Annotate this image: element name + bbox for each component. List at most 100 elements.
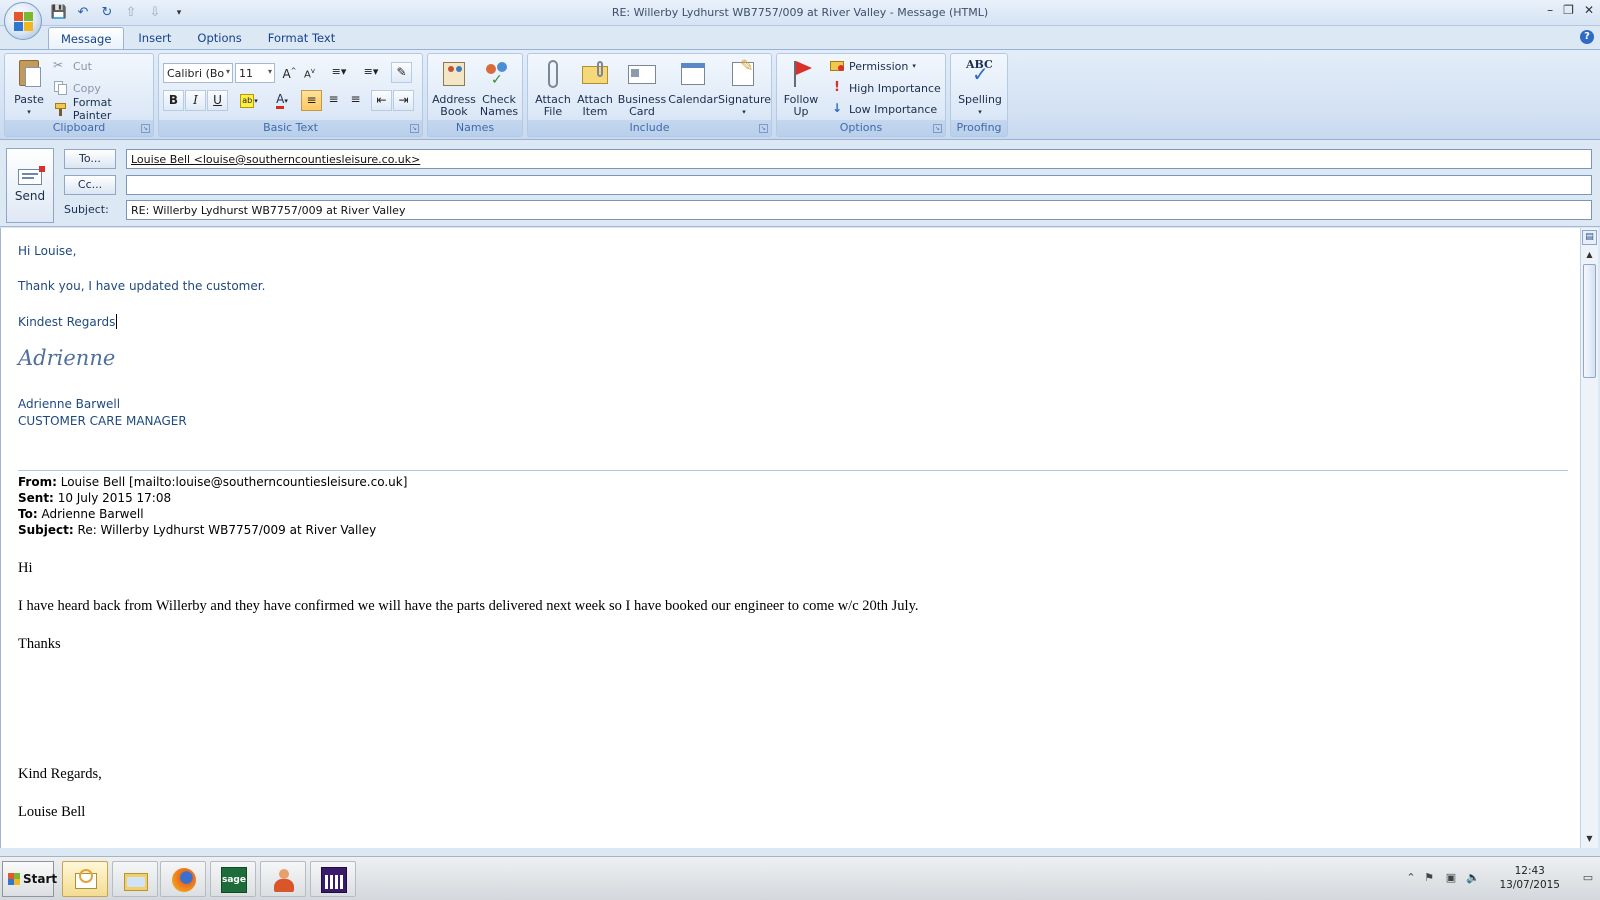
- scroll-thumb[interactable]: [1583, 264, 1596, 378]
- low-importance-button[interactable]: ↓ Low Importance: [829, 99, 937, 119]
- office-button[interactable]: [4, 2, 42, 40]
- calendar-button[interactable]: Calendar: [668, 58, 718, 106]
- numbering-button[interactable]: ≡▾: [357, 62, 385, 83]
- clock[interactable]: 12:43 13/07/2015: [1499, 864, 1560, 892]
- spelling-button[interactable]: ABC ✓ Spelling ▾: [953, 58, 1007, 118]
- follow-up-button[interactable]: Follow Up: [779, 58, 823, 118]
- clipboard-label: Clipboard: [5, 120, 153, 136]
- bold-button[interactable]: B: [163, 90, 184, 111]
- volume-icon[interactable]: 🔈: [1466, 871, 1480, 885]
- proofing-label: Proofing: [951, 120, 1007, 136]
- subject-field[interactable]: RE: Willerby Lydhurst WB7757/009 at Rive…: [126, 200, 1592, 220]
- start-button[interactable]: Start: [2, 861, 57, 897]
- message-header: Send To... Louise Bell <louise@southernc…: [0, 141, 1600, 227]
- taskbar-sage[interactable]: sage: [210, 861, 256, 897]
- action-center-flag-icon[interactable]: ⚑: [1422, 871, 1436, 885]
- sage-icon: sage: [221, 867, 247, 893]
- address-book-button[interactable]: Address Book: [432, 58, 476, 118]
- show-hidden-icons-icon[interactable]: ⌃: [1404, 871, 1418, 885]
- increase-indent-button[interactable]: ⇥: [393, 90, 414, 111]
- check-names-button[interactable]: ✓ Check Names: [478, 58, 520, 118]
- calendar-icon: [677, 58, 709, 90]
- attach-item-button[interactable]: Attach Item: [574, 58, 616, 118]
- high-importance-button[interactable]: ! High Importance: [829, 78, 941, 98]
- format-painter-button[interactable]: Format Painter: [53, 96, 153, 122]
- signature-script: Adrienne: [18, 346, 116, 370]
- sender-name: Adrienne Barwell: [18, 397, 121, 411]
- cc-button[interactable]: Cc...: [64, 175, 116, 195]
- tab-format-text[interactable]: Format Text: [256, 27, 347, 50]
- greeting-text: Hi Louise,: [18, 244, 77, 258]
- italic-button[interactable]: I: [185, 90, 206, 111]
- network-icon[interactable]: ▣: [1444, 871, 1458, 885]
- grow-font-button[interactable]: A^: [279, 62, 300, 83]
- scroll-up-icon[interactable]: ▲: [1582, 248, 1597, 262]
- scroll-down-icon[interactable]: ▼: [1582, 832, 1597, 846]
- shrink-font-button[interactable]: Av: [299, 62, 320, 83]
- chevron-down-icon: ▾: [267, 67, 272, 76]
- taskbar-outlook[interactable]: [62, 861, 108, 897]
- cut-button[interactable]: ✂ Cut: [53, 56, 92, 76]
- font-color-button[interactable]: A▾: [267, 90, 297, 111]
- underline-button[interactable]: U: [207, 90, 228, 111]
- brush-icon: [53, 101, 69, 117]
- decrease-indent-button[interactable]: ⇤: [371, 90, 392, 111]
- font-name-combo[interactable]: Calibri (Bo ▾: [163, 63, 233, 83]
- cc-field[interactable]: [126, 175, 1592, 195]
- user-icon: [271, 867, 297, 893]
- copy-button[interactable]: Copy: [53, 78, 101, 98]
- basic-text-label: Basic Text: [159, 120, 422, 136]
- paste-button[interactable]: Paste ▾: [9, 58, 49, 118]
- include-launcher-icon[interactable]: ↘: [759, 124, 768, 133]
- send-button[interactable]: Send: [6, 148, 54, 223]
- permission-button[interactable]: Permission ▾: [829, 56, 916, 76]
- clipboard-group: Paste ▾ ✂ Cut Copy Format Painter Clipbo…: [4, 53, 154, 137]
- business-card-button[interactable]: Business Card: [616, 58, 668, 118]
- tab-insert[interactable]: Insert: [126, 27, 183, 50]
- taskbar-user-app[interactable]: [260, 861, 306, 897]
- spelling-icon: ABC ✓: [966, 58, 993, 86]
- align-center-button[interactable]: ≡: [323, 90, 344, 111]
- font-size-combo[interactable]: 11 ▾: [235, 63, 275, 83]
- window-controls: – ❐ ✕: [1547, 3, 1594, 17]
- taskbar: Start sage ⌃ ⚑ ▣ 🔈 12:43 13/07/2015 ▭: [0, 856, 1600, 900]
- include-label: Include: [528, 120, 771, 136]
- taskbar-explorer[interactable]: [112, 861, 158, 897]
- show-desktop-icon[interactable]: ▭: [1582, 871, 1594, 885]
- options-group: Follow Up Permission ▾ ! High Importance…: [776, 53, 946, 137]
- ruler-toggle-icon[interactable]: ▤: [1582, 230, 1597, 245]
- clear-formatting-button[interactable]: ✎: [391, 62, 412, 83]
- quoted-to: To: Adrienne Barwell: [18, 507, 144, 521]
- to-field[interactable]: Louise Bell <louise@southerncountiesleis…: [126, 149, 1592, 169]
- clock-date: 13/07/2015: [1499, 879, 1560, 891]
- taskbar-calculator[interactable]: [310, 861, 356, 897]
- arrow-down-icon: ↓: [831, 101, 843, 115]
- basic-text-launcher-icon[interactable]: ↘: [410, 124, 419, 133]
- highlight-button[interactable]: ab ▾: [233, 90, 265, 111]
- align-left-button[interactable]: ≡: [301, 90, 322, 111]
- text-cursor: [116, 314, 118, 329]
- tab-message[interactable]: Message: [48, 27, 125, 50]
- clipboard-launcher-icon[interactable]: ↘: [141, 124, 150, 133]
- maximize-button[interactable]: ❐: [1563, 3, 1574, 17]
- tab-options[interactable]: Options: [185, 27, 253, 50]
- copy-icon: [53, 80, 69, 96]
- proofing-group: ABC ✓ Spelling ▾ Proofing: [950, 53, 1008, 137]
- reply-line: Thank you, I have updated the customer.: [18, 279, 266, 293]
- windows-flag-icon: [8, 873, 20, 885]
- clock-time: 12:43: [1514, 865, 1545, 877]
- attach-file-button[interactable]: Attach File: [532, 58, 574, 118]
- bullets-button[interactable]: ≡▾: [325, 62, 353, 83]
- taskbar-firefox[interactable]: [160, 861, 206, 897]
- to-recipient[interactable]: Louise Bell <louise@southerncountiesleis…: [131, 153, 420, 166]
- message-body[interactable]: Hi Louise, Thank you, I have updated the…: [0, 228, 1580, 848]
- to-button[interactable]: To...: [64, 149, 116, 169]
- close-button[interactable]: ✕: [1584, 3, 1594, 17]
- minimize-button[interactable]: –: [1547, 3, 1553, 17]
- align-right-button[interactable]: ≡: [345, 90, 366, 111]
- signature-button[interactable]: ✎ Signature ▾: [718, 58, 771, 118]
- help-icon[interactable]: ?: [1580, 30, 1594, 44]
- options-launcher-icon[interactable]: ↘: [933, 124, 942, 133]
- quoted-name: Louise Bell: [18, 804, 86, 820]
- vertical-scrollbar[interactable]: ▤ ▲ ▼: [1580, 228, 1598, 848]
